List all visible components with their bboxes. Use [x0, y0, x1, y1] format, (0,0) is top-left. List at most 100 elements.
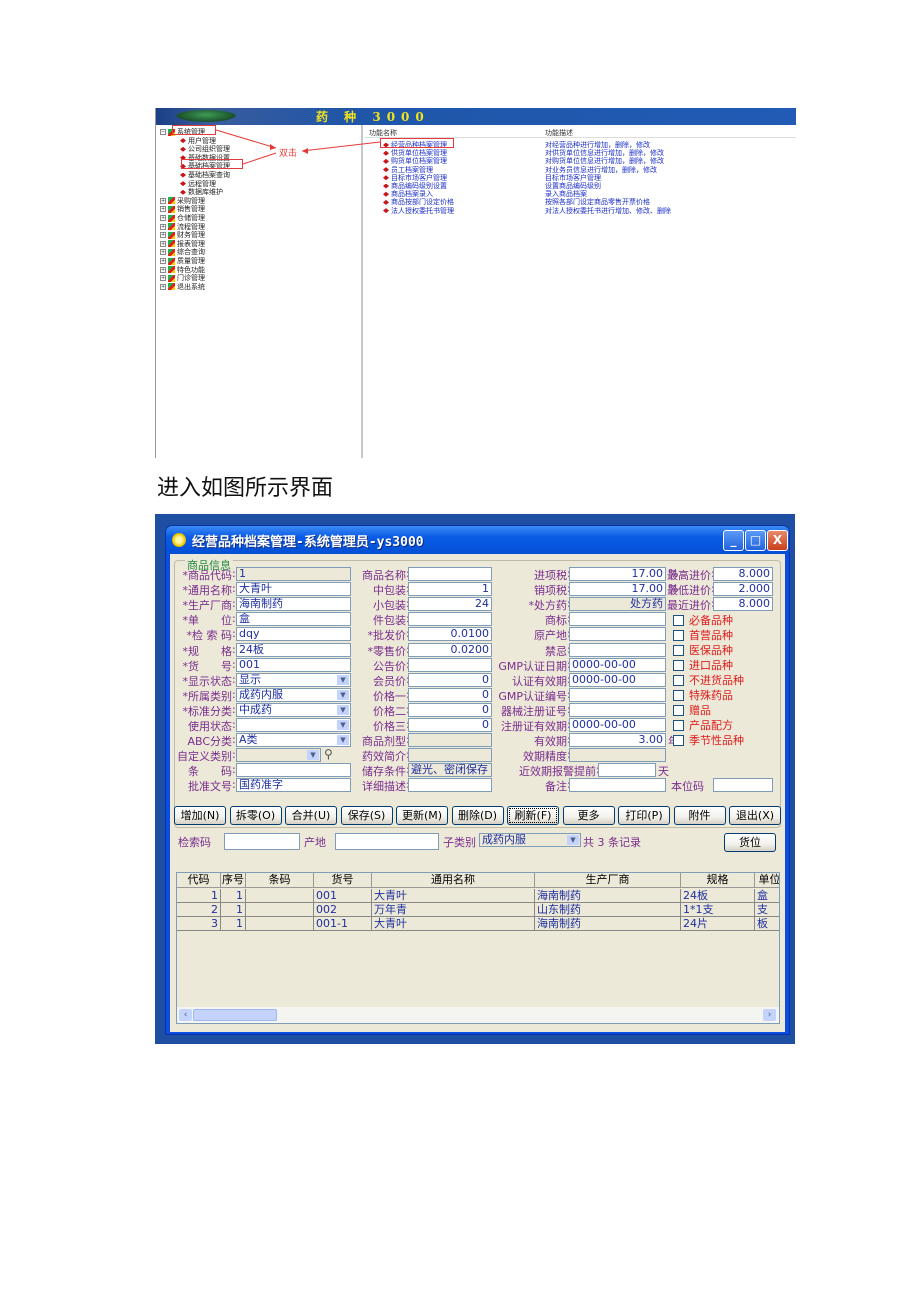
- expand-icon[interactable]: +: [160, 283, 166, 290]
- field-input[interactable]: 24板: [236, 642, 351, 657]
- toolbar-button[interactable]: 打印(P): [618, 806, 670, 825]
- field-input[interactable]: 3.00: [569, 733, 666, 748]
- field-input[interactable]: 海南制药: [236, 597, 351, 612]
- chevron-down-icon[interactable]: ▼: [307, 750, 319, 761]
- grid-column-header[interactable]: 货号: [314, 873, 372, 888]
- grid-column-header[interactable]: 序号: [221, 873, 246, 888]
- locate-button[interactable]: 货位: [724, 833, 776, 852]
- field-input[interactable]: [569, 687, 666, 702]
- field-input[interactable]: 001: [236, 657, 351, 672]
- checkbox[interactable]: [673, 674, 684, 686]
- expand-icon[interactable]: +: [160, 249, 166, 256]
- field-input[interactable]: 0000-00-00: [569, 657, 666, 672]
- field-input[interactable]: [569, 642, 666, 657]
- title-bar[interactable]: 经营品种档案管理-系统管理员-ys3000 _ □ X: [166, 526, 789, 554]
- checkbox-item[interactable]: 医保品种: [673, 642, 733, 658]
- origin-input[interactable]: [335, 833, 439, 850]
- field-input[interactable]: 0: [408, 718, 492, 732]
- toolbar-button[interactable]: 更新(M): [396, 806, 448, 825]
- field-input[interactable]: 成药内服 ▼: [236, 687, 351, 702]
- checkbox[interactable]: [673, 689, 684, 701]
- expand-icon[interactable]: +: [160, 240, 166, 247]
- close-button[interactable]: X: [767, 530, 788, 551]
- grid-column-header[interactable]: 规格: [681, 873, 755, 888]
- toolbar-button[interactable]: 合并(U): [285, 806, 337, 825]
- toolbar-button[interactable]: 退出(X): [729, 806, 781, 825]
- expand-icon[interactable]: +: [160, 215, 166, 221]
- table-row[interactable]: 2 1 002 万年青 山东制药 1*1支支: [177, 903, 779, 917]
- toolbar-button[interactable]: 拆零(O): [229, 806, 282, 825]
- location-code-input[interactable]: [713, 778, 773, 793]
- horizontal-scrollbar[interactable]: ‹ ›: [177, 1007, 779, 1023]
- search-icon[interactable]: ⚲: [324, 747, 333, 761]
- field-input[interactable]: 显示 ▼: [236, 672, 351, 687]
- field-input[interactable]: [236, 763, 351, 778]
- checkbox[interactable]: [673, 704, 684, 716]
- expand-icon[interactable]: +: [160, 266, 166, 273]
- field-input[interactable]: 中成药 ▼: [236, 702, 351, 717]
- grid-column-header[interactable]: 单位: [755, 873, 779, 888]
- chevron-down-icon[interactable]: ▼: [337, 735, 349, 746]
- checkbox-item[interactable]: 进口品种: [673, 657, 733, 673]
- scroll-right-icon[interactable]: ›: [763, 1009, 776, 1021]
- field-input[interactable]: 0: [408, 702, 492, 717]
- toolbar-button[interactable]: 刷新(F): [507, 806, 559, 825]
- field-input[interactable]: 17.00: [569, 582, 666, 597]
- checkbox[interactable]: [673, 629, 684, 641]
- field-input[interactable]: 1: [236, 567, 351, 581]
- field-input[interactable]: A类 ▼: [236, 733, 351, 748]
- field-input[interactable]: 盒: [236, 612, 351, 627]
- checkbox[interactable]: [673, 734, 684, 746]
- subcategory-select[interactable]: 成药内服 ▼: [479, 833, 581, 847]
- grid-column-header[interactable]: 通用名称: [372, 873, 535, 888]
- checkbox[interactable]: [673, 719, 684, 731]
- maximize-button[interactable]: □: [745, 530, 766, 551]
- field-input[interactable]: 0000-00-00: [569, 718, 666, 732]
- field-input[interactable]: 避光、密闭保存: [408, 763, 492, 778]
- field-input[interactable]: [408, 733, 492, 748]
- checkbox[interactable]: [673, 659, 684, 671]
- field-input[interactable]: [569, 778, 666, 793]
- table-row[interactable]: 3 1 001-1 大青叶 海南制药 24片板: [177, 917, 779, 931]
- checkbox-item[interactable]: 首营品种: [673, 627, 733, 643]
- checkbox-item[interactable]: 赠品: [673, 702, 711, 718]
- table-row[interactable]: 1 1 001 大青叶 海南制药 24板盒: [177, 889, 779, 903]
- field-input[interactable]: [408, 778, 492, 793]
- field-input[interactable]: 1: [408, 582, 492, 597]
- checkbox-item[interactable]: 产品配方: [673, 717, 733, 733]
- checkbox-item[interactable]: 必备品种: [673, 612, 733, 628]
- toolbar-button[interactable]: 保存(S): [340, 806, 393, 825]
- grid-column-header[interactable]: 条码: [246, 873, 314, 888]
- chevron-down-icon[interactable]: ▼: [337, 704, 349, 715]
- field-input[interactable]: 0.0200: [408, 642, 492, 657]
- toolbar-button[interactable]: 附件: [673, 806, 726, 825]
- checkbox[interactable]: [673, 614, 684, 626]
- expand-icon[interactable]: +: [160, 232, 166, 239]
- checkbox-item[interactable]: 不进货品种: [673, 672, 744, 688]
- field-input[interactable]: 0: [408, 687, 492, 702]
- field-input[interactable]: [408, 612, 492, 627]
- field-input[interactable]: 2.000: [713, 582, 773, 597]
- field-input[interactable]: 24: [408, 597, 492, 612]
- chevron-down-icon[interactable]: ▼: [337, 674, 349, 685]
- field-input[interactable]: 0000-00-00: [569, 672, 666, 687]
- field-input[interactable]: [408, 657, 492, 672]
- field-input[interactable]: [408, 567, 492, 581]
- chevron-down-icon[interactable]: ▼: [337, 720, 349, 730]
- field-input[interactable]: 0: [408, 672, 492, 687]
- field-input[interactable]: [569, 748, 666, 763]
- scroll-left-icon[interactable]: ‹: [179, 1009, 192, 1021]
- expand-icon[interactable]: +: [160, 223, 166, 230]
- search-code-input[interactable]: [224, 833, 300, 850]
- minimize-button[interactable]: _: [723, 530, 744, 551]
- field-input[interactable]: [569, 612, 666, 627]
- chevron-down-icon[interactable]: ▼: [337, 689, 349, 700]
- field-input[interactable]: ▼: [236, 748, 321, 763]
- field-input[interactable]: ▼: [236, 718, 351, 732]
- field-input[interactable]: 8.000: [713, 597, 773, 612]
- field-input[interactable]: [598, 763, 656, 778]
- field-input[interactable]: 8.000: [713, 567, 773, 581]
- field-input[interactable]: 大青叶: [236, 582, 351, 597]
- expand-icon[interactable]: +: [160, 258, 166, 264]
- field-input[interactable]: [569, 702, 666, 717]
